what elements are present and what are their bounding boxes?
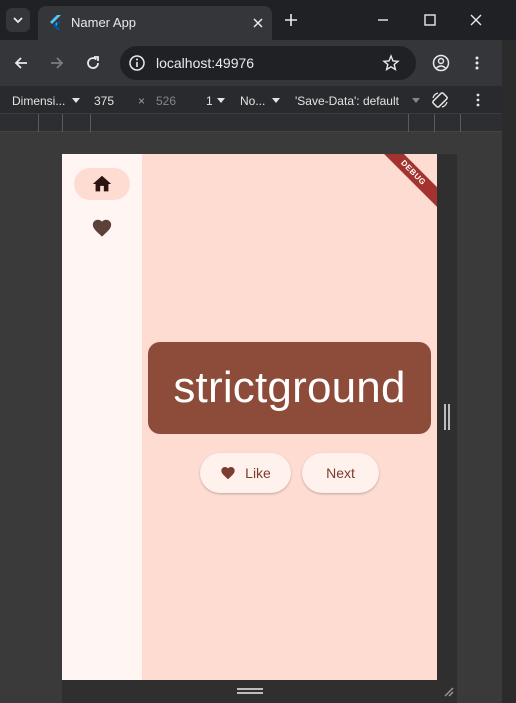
like-button[interactable]: Like [200,453,291,493]
rail-item-favorites[interactable] [74,212,130,244]
browser-menu-icon[interactable] [468,54,486,72]
minimize-icon[interactable] [375,12,391,28]
flutter-app-viewport: strictground Like Next DEBUG [62,154,437,680]
next-button-label: Next [326,465,355,481]
window-scrollbar[interactable] [502,40,516,703]
browser-toolbar: localhost:49976 [0,40,516,86]
tab-title: Namer App [71,15,137,30]
site-info-icon[interactable] [128,54,146,72]
flutter-icon [50,15,61,30]
device-toolbar: Dimensi... 375 × 526 1 No... 'Save-Data'… [0,86,516,114]
word-pair-card: strictground [148,342,431,434]
forward-icon[interactable] [48,54,66,72]
generator-page: strictground Like Next [142,154,437,680]
device-menu-icon[interactable] [470,91,486,109]
profile-icon[interactable] [432,54,450,72]
favorite-icon [92,219,112,237]
throttle-selector[interactable]: No... [240,94,265,108]
save-data-selector[interactable]: 'Save-Data': default [295,94,399,108]
width-resize-handle[interactable] [444,404,450,430]
device-bottom-bar [62,680,457,703]
reload-icon[interactable] [84,54,102,72]
chevron-down-icon [13,17,23,24]
back-icon[interactable] [12,54,30,72]
media-query-ruler [0,114,516,132]
like-button-label: Like [245,465,271,481]
device-selector[interactable]: Dimensi... [12,94,65,108]
chevron-down-icon [272,98,280,103]
rotate-icon[interactable] [430,90,450,110]
bookmark-star-icon[interactable] [382,54,400,72]
chevron-down-icon [72,98,80,103]
height-input[interactable]: 526 [156,94,176,108]
navigation-rail [62,154,142,680]
word-pair-text: strictground [173,363,406,412]
width-input[interactable]: 375 [94,94,114,108]
browser-tab[interactable]: Namer App [38,6,272,40]
address-bar[interactable]: localhost:49976 [120,46,416,80]
maximize-icon[interactable] [422,12,438,28]
close-window-icon[interactable] [468,12,484,28]
browser-tab-strip: Namer App [0,0,516,40]
rail-item-home[interactable] [74,168,130,200]
dimension-separator: × [138,94,146,108]
chevron-down-icon [217,98,225,103]
corner-resize-icon[interactable] [442,685,454,697]
dpr-selector[interactable]: 1 [206,94,213,108]
new-tab-icon[interactable] [283,12,299,28]
chevron-down-icon [412,98,420,103]
url-text: localhost:49976 [156,55,255,71]
home-icon [92,175,112,192]
tab-search-button[interactable] [6,8,30,32]
height-resize-handle[interactable] [237,688,263,694]
next-button[interactable]: Next [302,453,379,493]
close-tab-icon[interactable] [250,15,266,31]
favorite-icon [221,467,235,480]
